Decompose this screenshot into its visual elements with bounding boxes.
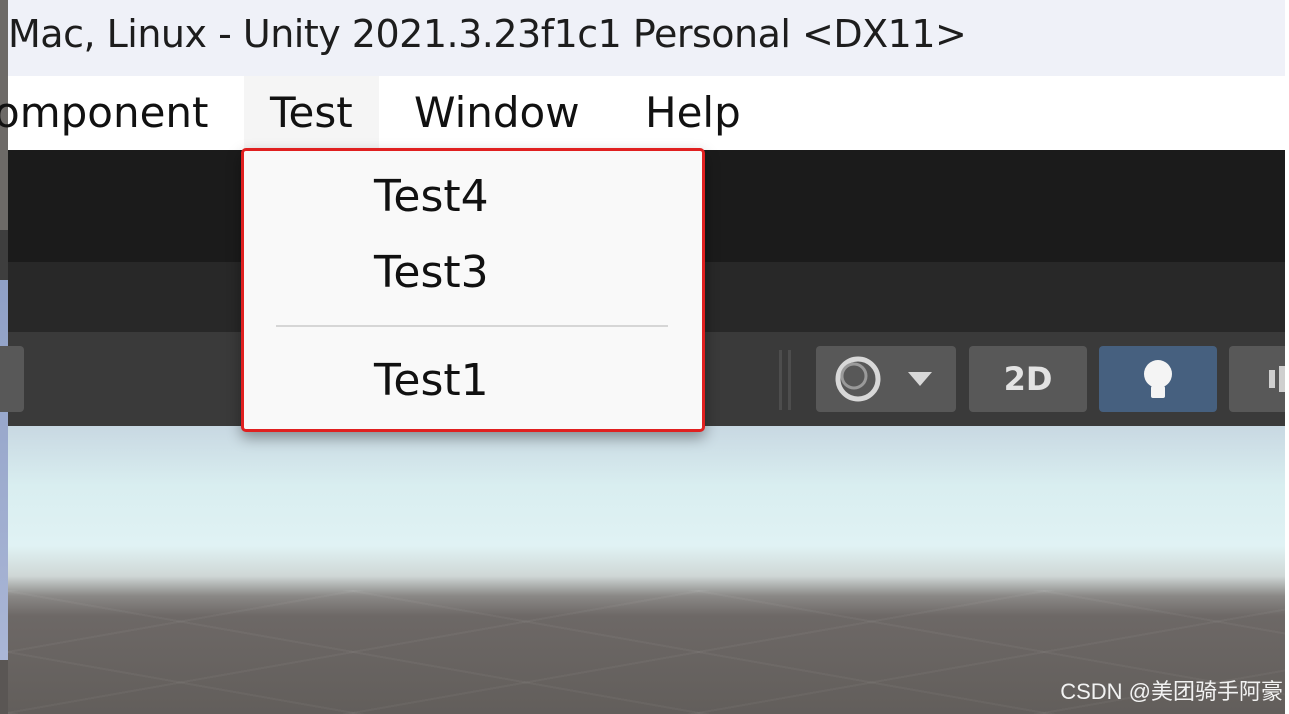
lightbulb-icon [1144, 360, 1172, 398]
lighting-toggle-button[interactable] [1099, 346, 1217, 412]
circle-icon [835, 356, 932, 402]
menu-item-test3[interactable]: Test3 [374, 247, 489, 298]
test-menu-dropdown: Test4 Test3 Test1 [241, 148, 705, 432]
menu-component[interactable]: omponent [0, 76, 209, 150]
audio-icon [1269, 366, 1285, 392]
menu-bar: omponent Test Window Help [0, 76, 1285, 150]
draw-mode-dropdown[interactable] [816, 346, 956, 412]
menu-separator [276, 325, 668, 327]
tool-button-partial[interactable] [0, 346, 24, 412]
audio-toggle-button[interactable] [1229, 346, 1289, 412]
right-edge [1285, 0, 1289, 714]
watermark: CSDN @美团骑手阿豪 [1060, 679, 1283, 704]
menu-help[interactable]: Help [645, 76, 741, 150]
window-title: Mac, Linux - Unity 2021.3.23f1c1 Persona… [8, 12, 967, 56]
menu-test[interactable]: Test [244, 76, 379, 150]
menu-item-test1[interactable]: Test1 [374, 355, 489, 406]
menu-item-test4[interactable]: Test4 [374, 171, 489, 222]
toolbar-divider [779, 350, 782, 410]
toolbar-divider [788, 350, 791, 410]
title-bar: Mac, Linux - Unity 2021.3.23f1c1 Persona… [8, 0, 1285, 76]
menu-window[interactable]: Window [414, 76, 580, 150]
2d-toggle-button[interactable]: 2D [969, 346, 1087, 412]
